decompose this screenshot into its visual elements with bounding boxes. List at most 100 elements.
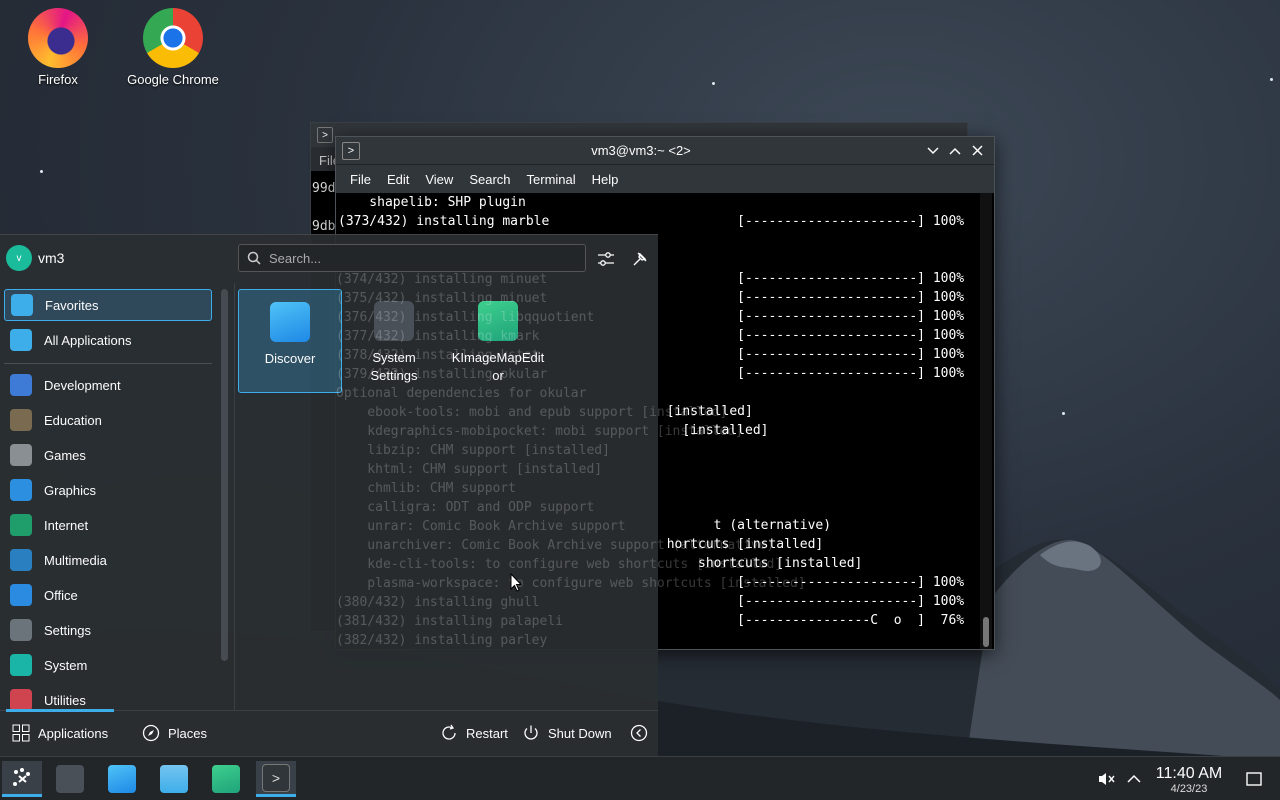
close-button[interactable] [966, 140, 988, 162]
category-internet[interactable]: Internet [4, 509, 212, 541]
menu-item-view[interactable]: View [417, 172, 461, 187]
category-favorites[interactable]: Favorites [4, 289, 212, 321]
restart-label: Restart [466, 725, 508, 741]
system-tray-expand-button[interactable] [1124, 769, 1144, 789]
configure-button[interactable] [594, 247, 618, 271]
active-tab-indicator [6, 709, 114, 712]
category-office[interactable]: Office [4, 579, 212, 611]
application-launcher-button[interactable] [2, 761, 42, 797]
app-label: Discover [264, 351, 316, 366]
terminal-scrollbar[interactable] [980, 193, 992, 649]
category-separator [4, 363, 212, 364]
terminal-menubar: File Edit View Search Terminal Help [336, 165, 994, 193]
internet-icon [10, 514, 32, 536]
taskbar-discover[interactable] [102, 761, 142, 797]
category-label: Settings [44, 622, 91, 638]
places-tab-label: Places [168, 725, 208, 741]
category-label: Games [44, 447, 86, 463]
star [40, 170, 43, 173]
launcher-footer: Applications Places Restart Shut Down [0, 710, 658, 756]
minimize-button[interactable] [922, 140, 944, 162]
menu-item-edit[interactable]: Edit [379, 172, 417, 187]
applications-tab[interactable]: Applications [12, 724, 108, 742]
shutdown-button[interactable]: Shut Down [522, 724, 612, 742]
window-titlebar[interactable]: > vm3@vm3:~ <2> [336, 137, 994, 165]
category-label: Graphics [44, 482, 97, 498]
more-options-button[interactable] [630, 724, 648, 742]
clock-time: 11:40 AM [1155, 765, 1223, 782]
scrollbar-thumb[interactable] [983, 617, 989, 647]
shutdown-label: Shut Down [548, 725, 612, 741]
app-tile-system-settings[interactable]: System Settings [342, 289, 446, 393]
category-label: Education [44, 412, 102, 428]
taskbar-terminal[interactable]: > [256, 761, 296, 797]
category-multimedia[interactable]: Multimedia [4, 544, 212, 576]
category-settings[interactable]: Settings [4, 614, 212, 646]
text-fragment: 99d [312, 181, 336, 196]
desktop-icon-chrome[interactable]: Google Chrome [118, 8, 228, 87]
maximize-button[interactable] [944, 140, 966, 162]
category-label: Utilities [44, 692, 86, 708]
taskbar: > 11:40 AM 4/23/23 [0, 756, 1280, 800]
digital-clock[interactable]: 11:40 AM 4/23/23 [1152, 765, 1226, 795]
category-education[interactable]: Education [4, 404, 212, 436]
chevron-left-circle-icon [630, 724, 648, 742]
avatar[interactable]: v [6, 245, 32, 271]
application-launcher[interactable]: v vm3 Search... Favorites All Application… [0, 234, 658, 756]
mouse-cursor-icon [510, 573, 522, 592]
category-games[interactable]: Games [4, 439, 212, 471]
app-tile-discover[interactable]: Discover [238, 289, 342, 393]
chrome-icon [143, 8, 203, 68]
category-scrollbar[interactable] [221, 289, 228, 661]
search-icon [247, 251, 261, 265]
taskbar-file-manager[interactable] [154, 761, 194, 797]
taskbar-system-settings[interactable] [50, 761, 90, 797]
menu-item-search[interactable]: Search [461, 172, 518, 187]
show-desktop-button[interactable] [1244, 769, 1264, 789]
app-tile-kimagemapeditor[interactable]: KImageMapEditor [446, 289, 550, 393]
multimedia-icon [10, 549, 32, 571]
discover-icon [270, 302, 310, 342]
launcher-header: v vm3 Search... [0, 235, 658, 283]
search-field[interactable]: Search... [238, 244, 586, 272]
taskbar-kimagemapeditor[interactable] [206, 761, 246, 797]
category-system[interactable]: System [4, 649, 212, 681]
pin-button[interactable] [628, 247, 652, 271]
category-label: Favorites [45, 297, 99, 313]
star [1062, 412, 1065, 415]
category-list: Favorites All Applications Development Educ… [0, 285, 222, 709]
firefox-icon [28, 8, 88, 68]
desktop-icon-label: Google Chrome [127, 72, 219, 87]
category-label: Internet [44, 517, 89, 533]
compass-icon [142, 724, 160, 742]
app-label: KImageMapEditor [451, 350, 545, 383]
category-utilities[interactable]: Utilities [4, 684, 212, 709]
category-all-applications[interactable]: All Applications [4, 324, 212, 356]
power-icon [524, 725, 538, 740]
username: vm3 [38, 250, 65, 266]
development-icon [10, 374, 32, 396]
favorites-grid: Discover System Settings KImageMapEditor [238, 289, 658, 709]
restart-button[interactable]: Restart [440, 724, 508, 742]
background-terminal-text: 99d 9db [311, 179, 335, 236]
settings-icon [10, 619, 32, 641]
app-label: System Settings [370, 350, 418, 383]
all-applications-icon [10, 329, 32, 351]
category-label: Office [44, 587, 78, 603]
system-icon [10, 654, 32, 676]
desktop-icon-firefox[interactable]: Firefox [3, 8, 113, 87]
star [1270, 78, 1273, 81]
image-editor-icon [478, 301, 518, 341]
category-graphics[interactable]: Graphics [4, 474, 212, 506]
menu-item-help[interactable]: Help [584, 172, 627, 187]
menu-item-file[interactable]: File [342, 172, 379, 187]
kde-launcher-icon [13, 767, 30, 786]
volume-muted-icon[interactable] [1096, 769, 1116, 789]
menu-item-terminal[interactable]: Terminal [519, 172, 584, 187]
terminal-line: (373/432) installing marble [-----------… [338, 214, 965, 229]
places-tab[interactable]: Places [142, 724, 207, 742]
search-input[interactable]: Search... [269, 251, 321, 266]
system-settings-icon [56, 765, 84, 793]
games-icon [10, 444, 32, 466]
category-development[interactable]: Development [4, 369, 212, 401]
